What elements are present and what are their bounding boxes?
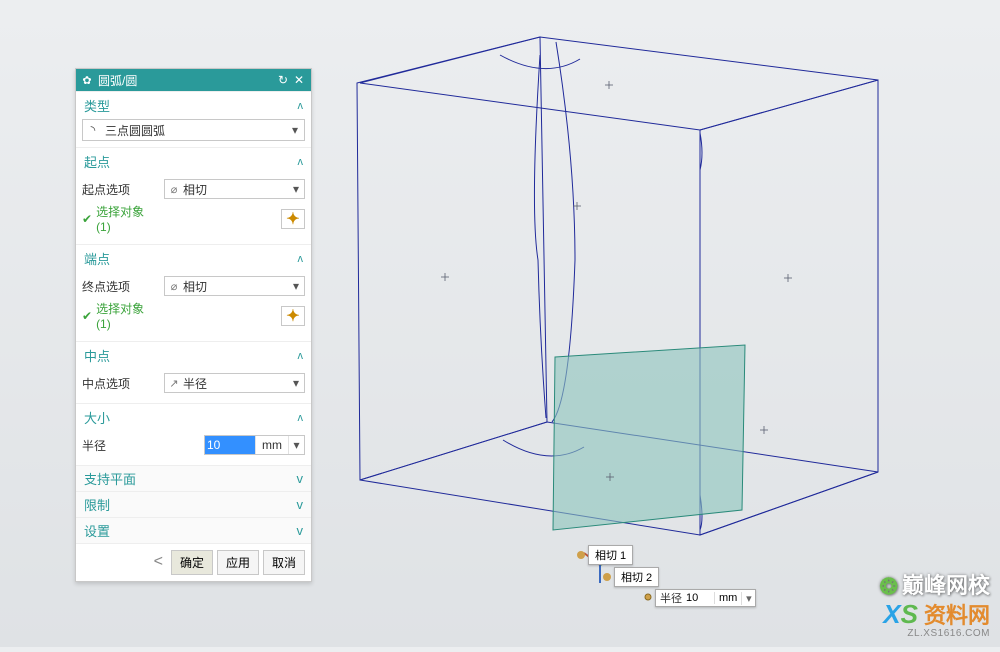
pick-object-button[interactable]: ✦: [281, 306, 305, 326]
tag-tangent-2[interactable]: 相切 2: [600, 567, 659, 587]
back-icon[interactable]: <: [150, 550, 167, 575]
radius-value[interactable]: [205, 436, 255, 454]
close-icon[interactable]: ✕: [291, 73, 307, 87]
end-option-dropdown[interactable]: ⌀ 相切 ▾: [164, 276, 305, 296]
unit-label: mm: [255, 436, 288, 454]
section-label: 起点: [84, 152, 110, 171]
chevron-up-icon: ʌ: [298, 350, 304, 362]
section-label: 中点: [84, 346, 110, 365]
tag-tangent-1[interactable]: 相切 1: [574, 545, 633, 565]
logo-xs: XS: [883, 599, 918, 630]
section-end-header[interactable]: 端点 ʌ: [76, 244, 311, 270]
section-end-body: 终点选项 ⌀ 相切 ▾ ✔选择对象 (1) ✦: [76, 270, 311, 341]
panel-header[interactable]: ✿ 圆弧/圆 ↻ ✕: [76, 69, 311, 91]
mini-label: 半径: [656, 590, 686, 606]
section-start-body: 起点选项 ⌀ 相切 ▾ ✔选择对象 (1) ✦: [76, 173, 311, 244]
ok-button[interactable]: 确定: [171, 550, 213, 575]
wechat-icon: ❂: [880, 574, 898, 599]
dropdown-label: 三点圆圆弧: [103, 122, 286, 139]
section-type-header[interactable]: 类型 ʌ: [76, 91, 311, 117]
chevron-down-icon: v: [297, 523, 304, 538]
section-limits[interactable]: 限制 v: [76, 491, 311, 517]
chevron-down-icon: v: [297, 497, 304, 512]
section-size-header[interactable]: 大小 ʌ: [76, 403, 311, 429]
watermark: ❂巅峰网校 XS 资料网 ZL.XS1616.COM: [880, 568, 990, 639]
apply-button[interactable]: 应用: [217, 550, 259, 575]
section-support-plane[interactable]: 支持平面 v: [76, 465, 311, 491]
chevron-up-icon: ʌ: [298, 412, 304, 424]
chevron-up-icon: ʌ: [298, 156, 304, 168]
check-icon: ✔: [82, 309, 92, 323]
section-mid-body: 中点选项 ↗ 半径 ▾: [76, 367, 311, 403]
mini-radius-input[interactable]: 半径 mm ▾: [655, 589, 756, 607]
tag-label: 相切 1: [588, 545, 633, 565]
chevron-down-icon: ▾: [286, 123, 304, 137]
radius-input[interactable]: mm ▾: [204, 435, 305, 455]
pick-object-button[interactable]: ✦: [281, 209, 305, 229]
radius-field-label: 半径: [82, 437, 160, 454]
arc-circle-panel: ✿ 圆弧/圆 ↻ ✕ 类型 ʌ ◝ 三点圆圆弧 ▾ 起点 ʌ 起点选项 ⌀ 相切…: [75, 68, 312, 582]
radius-icon: ↗: [165, 377, 183, 390]
start-option-label: 起点选项: [82, 181, 160, 198]
gear-icon: ✿: [80, 74, 94, 87]
mini-value[interactable]: [686, 592, 714, 604]
start-pick-status: ✔选择对象 (1): [82, 203, 160, 234]
end-option-label: 终点选项: [82, 278, 160, 295]
chevron-down-icon: ▾: [288, 279, 304, 293]
mid-option-label: 中点选项: [82, 375, 160, 392]
chevron-down-icon: ▾: [288, 182, 304, 196]
start-option-dropdown[interactable]: ⌀ 相切 ▾: [164, 179, 305, 199]
cancel-button[interactable]: 取消: [263, 550, 305, 575]
tangent-icon: ⌀: [165, 183, 183, 196]
tag-dot: [603, 573, 611, 581]
chevron-down-icon[interactable]: ▾: [288, 436, 304, 454]
tag-dot: [577, 551, 585, 559]
mid-option-dropdown[interactable]: ↗ 半径 ▾: [164, 373, 305, 393]
section-settings[interactable]: 设置 v: [76, 517, 311, 543]
chevron-up-icon: ʌ: [298, 100, 304, 112]
section-start-header[interactable]: 起点 ʌ: [76, 147, 311, 173]
panel-title: 圆弧/圆: [94, 72, 275, 89]
tangent-icon: ⌀: [165, 280, 183, 293]
logo-brand: 资料网: [924, 598, 990, 630]
section-mid-header[interactable]: 中点 ʌ: [76, 341, 311, 367]
mini-unit: mm: [714, 592, 741, 604]
chevron-down-icon: v: [297, 471, 304, 486]
type-dropdown[interactable]: ◝ 三点圆圆弧 ▾: [82, 119, 305, 141]
section-size-body: 半径 mm ▾: [76, 429, 311, 465]
chevron-up-icon: ʌ: [298, 253, 304, 265]
end-pick-status: ✔选择对象 (1): [82, 300, 160, 331]
check-icon: ✔: [82, 212, 92, 226]
refresh-icon[interactable]: ↻: [275, 73, 291, 87]
arc-icon: ◝: [83, 123, 103, 137]
tag-label: 相切 2: [614, 567, 659, 587]
chevron-down-icon: ▾: [288, 376, 304, 390]
section-label: 类型: [84, 96, 110, 115]
section-label: 大小: [84, 408, 110, 427]
panel-footer: < 确定 应用 取消: [76, 543, 311, 581]
chevron-down-icon[interactable]: ▾: [741, 592, 755, 605]
section-type-body: ◝ 三点圆圆弧 ▾: [76, 117, 311, 147]
section-label: 端点: [84, 249, 110, 268]
